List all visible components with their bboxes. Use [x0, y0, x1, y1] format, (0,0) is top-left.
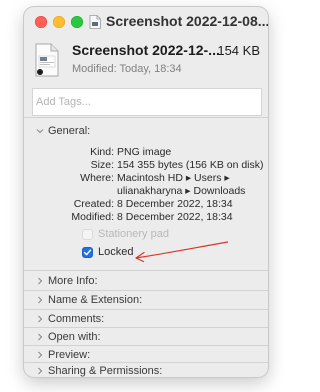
divider	[24, 309, 268, 310]
general-label: General:	[48, 125, 91, 137]
info-value: 154 355 bytes (156 KB on disk)	[117, 159, 264, 171]
chevron-right-icon	[38, 351, 43, 359]
section-open-with[interactable]: Open with:	[24, 329, 268, 345]
section-label: More Info:	[48, 275, 98, 287]
info-row-where: Where: Macintosh HD ▸ Users ▸	[24, 172, 268, 184]
close-window-button[interactable]	[35, 16, 47, 28]
info-row-where-cont: ulianakharyna ▸ Downloads	[24, 185, 268, 197]
tags-input[interactable]	[32, 88, 262, 116]
divider	[24, 290, 268, 291]
stationery-pad-checkbox[interactable]	[82, 229, 93, 240]
section-label: Comments:	[48, 313, 105, 325]
info-value: PNG image	[117, 146, 172, 158]
info-value: 8 December 2022, 18:34	[117, 211, 233, 223]
annotation-arrow-icon	[135, 241, 229, 263]
section-comments[interactable]: Comments:	[24, 311, 268, 327]
file-name: Screenshot 2022-12-...	[72, 42, 220, 58]
chevron-right-icon	[38, 315, 43, 323]
png-file-icon	[35, 43, 59, 77]
chevron-right-icon	[38, 367, 43, 375]
info-row-kind: Kind: PNG image	[24, 146, 268, 158]
chevron-right-icon	[38, 333, 43, 341]
minimize-window-button[interactable]	[53, 16, 65, 28]
get-info-window: Screenshot 2022-12-08... Screenshot 2022…	[24, 7, 268, 377]
info-row-modified: Modified: 8 December 2022, 18:34	[24, 211, 268, 223]
chevron-down-icon	[36, 129, 44, 134]
info-key: Created:	[73, 198, 114, 210]
info-value: ulianakharyna ▸ Downloads	[117, 185, 246, 197]
section-label: Sharing & Permissions:	[48, 365, 163, 377]
info-row-created: Created: 8 December 2022, 18:34	[24, 198, 268, 210]
info-key: Size:	[90, 159, 114, 171]
file-icon	[89, 15, 101, 29]
section-name-extension[interactable]: Name & Extension:	[24, 292, 268, 308]
title-bar: Screenshot 2022-12-08...	[24, 7, 268, 35]
info-key: Where:	[80, 172, 114, 184]
divider	[24, 345, 268, 346]
section-more-info[interactable]: More Info:	[24, 273, 268, 289]
info-key: Kind:	[90, 146, 114, 158]
section-preview[interactable]: Preview:	[24, 347, 268, 363]
locked-checkbox[interactable]	[82, 247, 93, 258]
section-label: Open with:	[48, 331, 101, 343]
zoom-window-button[interactable]	[71, 16, 83, 28]
window-title: Screenshot 2022-12-08...	[106, 13, 268, 29]
info-value: Macintosh HD ▸ Users ▸	[117, 172, 230, 184]
info-key: Modified:	[71, 211, 114, 223]
section-label: Name & Extension:	[48, 294, 143, 306]
info-value: 8 December 2022, 18:34	[117, 198, 233, 210]
section-label: Preview:	[48, 349, 91, 361]
chevron-right-icon	[38, 277, 43, 285]
divider	[24, 270, 268, 271]
divider	[24, 117, 268, 118]
file-size: 154 KB	[217, 43, 260, 58]
chevron-right-icon	[38, 296, 43, 304]
checkmark-icon	[83, 249, 92, 256]
file-modified: Modified: Today, 18:34	[72, 63, 182, 75]
info-row-size: Size: 154 355 bytes (156 KB on disk)	[24, 159, 268, 171]
divider	[24, 327, 268, 328]
section-sharing-permissions[interactable]: Sharing & Permissions:	[24, 363, 268, 377]
